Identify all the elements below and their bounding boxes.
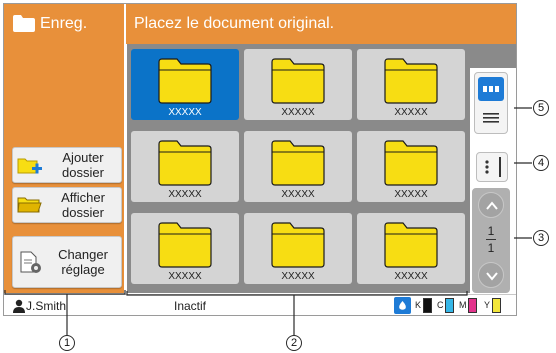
callout-3: 3 (533, 230, 549, 246)
callout-bracket-1 (4, 107, 532, 336)
callout-5: 5 (533, 100, 549, 116)
callout-2: 2 (286, 335, 302, 351)
callout-4: 4 (533, 155, 549, 171)
callout-1: 1 (59, 335, 75, 351)
